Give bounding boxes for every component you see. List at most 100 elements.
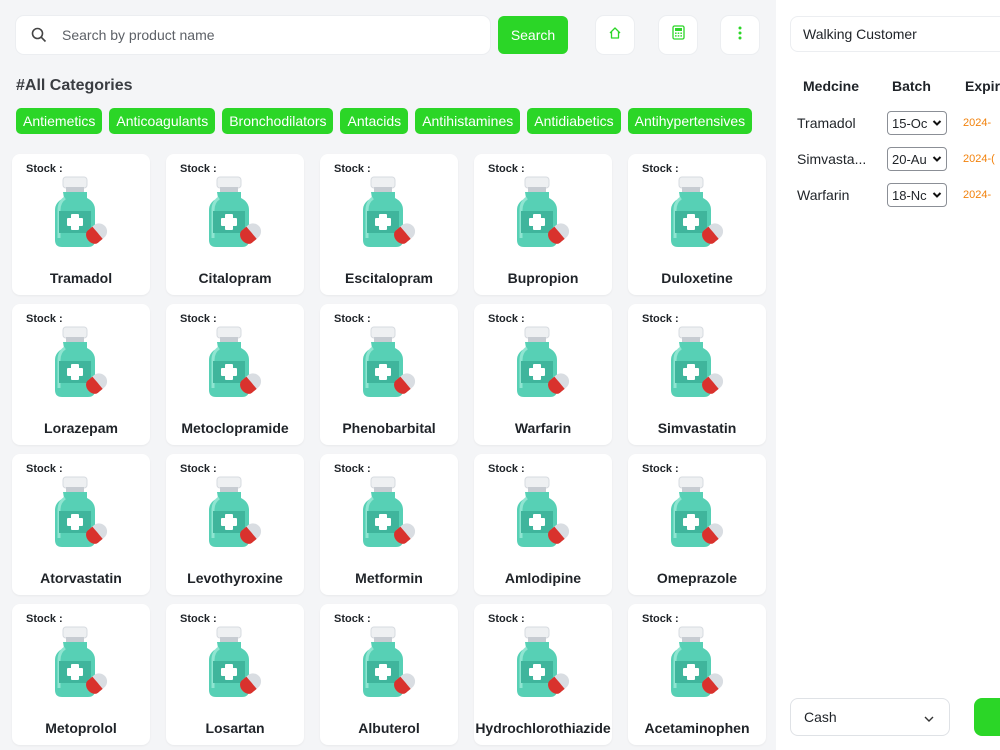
medicine-bottle-icon [50,326,114,402]
categories-title: #All Categories [16,77,133,94]
product-card[interactable]: Stock : Tramadol [12,154,150,295]
category-chip[interactable]: Antidiabetics [527,108,621,134]
product-name: Duloxetine [661,270,733,286]
product-name: Lorazepam [44,420,118,436]
medicine-bottle-icon [512,176,576,252]
chevron-down-icon [932,188,942,205]
batch-value: 20-Au [892,151,927,167]
product-name: Levothyroxine [187,570,283,586]
stock-label: Stock : [26,163,63,175]
customer-select[interactable]: Walking Customer [790,16,1000,52]
cart-row-medicine: Simvasta... [797,151,867,167]
category-chip[interactable]: Antacids [340,108,409,134]
product-name: Omeprazole [656,570,738,586]
medicine-bottle-icon [204,626,268,702]
product-name: Albuterol [358,720,420,736]
product-card[interactable]: Stock : Phenobarbital [320,304,458,445]
medicine-bottle-icon [358,626,422,702]
product-name: Bupropion [507,270,579,286]
product-name: Escitalopram [345,270,433,286]
product-name: Losartan [205,720,265,736]
medicine-bottle-icon [666,476,730,552]
stock-label: Stock : [642,163,679,175]
stock-label: Stock : [488,463,525,475]
medicine-bottle-icon [666,176,730,252]
cart-row-medicine: Warfarin [797,187,850,203]
category-chip[interactable]: Antiemetics [16,108,103,134]
stock-label: Stock : [180,463,217,475]
stock-label: Stock : [334,463,371,475]
medicine-bottle-icon [50,476,114,552]
product-card[interactable]: Stock : Escitalopram [320,154,458,295]
product-card[interactable]: Stock : Omeprazole [628,454,766,595]
medicine-bottle-icon [666,626,730,702]
search-input[interactable] [62,27,462,43]
category-chip[interactable]: Anticoagulants [109,108,216,134]
category-chip[interactable]: Bronchodilators [222,108,334,134]
product-name: Metoprolol [45,720,117,736]
chevron-down-icon [923,712,935,728]
header-medicine: Medcine [803,78,860,94]
cart-row-expiry: 2024- [963,117,992,129]
stock-label: Stock : [488,613,525,625]
batch-value: 18-Nc [892,187,927,203]
stock-label: Stock : [180,163,217,175]
medicine-bottle-icon [204,476,268,552]
home-button[interactable] [596,16,634,54]
product-name: Hydrochlorothiazide [475,720,611,736]
product-card[interactable]: Stock : Hydrochlorothiazide [474,604,612,745]
stock-label: Stock : [334,163,371,175]
cart-row-medicine: Tramadol [797,115,856,131]
product-card[interactable]: Stock : Losartan [166,604,304,745]
product-card[interactable]: Stock : Atorvastatin [12,454,150,595]
more-button[interactable] [721,16,759,54]
product-name: Metoclopramide [181,420,289,436]
product-card[interactable]: Stock : Amlodipine [474,454,612,595]
category-chip[interactable]: Antihypertensives [627,108,753,134]
medicine-bottle-icon [50,176,114,252]
product-card[interactable]: Stock : Acetaminophen [628,604,766,745]
calculator-button[interactable] [659,16,697,54]
product-card[interactable]: Stock : Warfarin [474,304,612,445]
product-card[interactable]: Stock : Citalopram [166,154,304,295]
search-button[interactable]: Search [498,16,568,54]
payment-method-select[interactable]: Cash [790,698,950,736]
cart-panel: Walking Customer Medcine Batch Expir Tra… [776,0,1000,750]
more-vertical-icon [738,26,742,45]
stock-label: Stock : [642,313,679,325]
product-name: Citalopram [198,270,272,286]
product-grid: Stock : Tramadol Stock : Citalopram Stock : E… [12,154,766,745]
batch-select[interactable]: 18-Nc [887,183,947,207]
product-card[interactable]: Stock : Simvastatin [628,304,766,445]
product-name: Simvastatin [657,420,737,436]
product-card[interactable]: Stock : Levothyroxine [166,454,304,595]
product-card[interactable]: Stock : Metoclopramide [166,304,304,445]
cart-row-expiry: 2024-( [963,153,995,165]
product-card[interactable]: Stock : Metoprolol [12,604,150,745]
medicine-bottle-icon [358,476,422,552]
header-batch: Batch [892,78,931,94]
checkout-button[interactable] [974,698,1000,736]
product-name: Metformin [355,570,423,586]
medicine-bottle-icon [512,476,576,552]
batch-select[interactable]: 20-Au [887,147,947,171]
chevron-down-icon [932,116,942,133]
product-card[interactable]: Stock : Albuterol [320,604,458,745]
search-bar [16,16,490,54]
product-card[interactable]: Stock : Bupropion [474,154,612,295]
stock-label: Stock : [488,313,525,325]
product-name: Acetaminophen [644,720,750,736]
stock-label: Stock : [180,613,217,625]
medicine-bottle-icon [204,176,268,252]
chevron-down-icon [932,152,942,169]
product-card[interactable]: Stock : Lorazepam [12,304,150,445]
batch-select[interactable]: 15-Oc [887,111,947,135]
stock-label: Stock : [334,313,371,325]
product-card[interactable]: Stock : Duloxetine [628,154,766,295]
product-name: Tramadol [49,270,113,286]
stock-label: Stock : [334,613,371,625]
stock-label: Stock : [26,463,63,475]
product-panel: Search #All Categories Antiemetics Antic… [0,0,776,750]
category-chip[interactable]: Antihistamines [415,108,521,134]
product-card[interactable]: Stock : Metformin [320,454,458,595]
